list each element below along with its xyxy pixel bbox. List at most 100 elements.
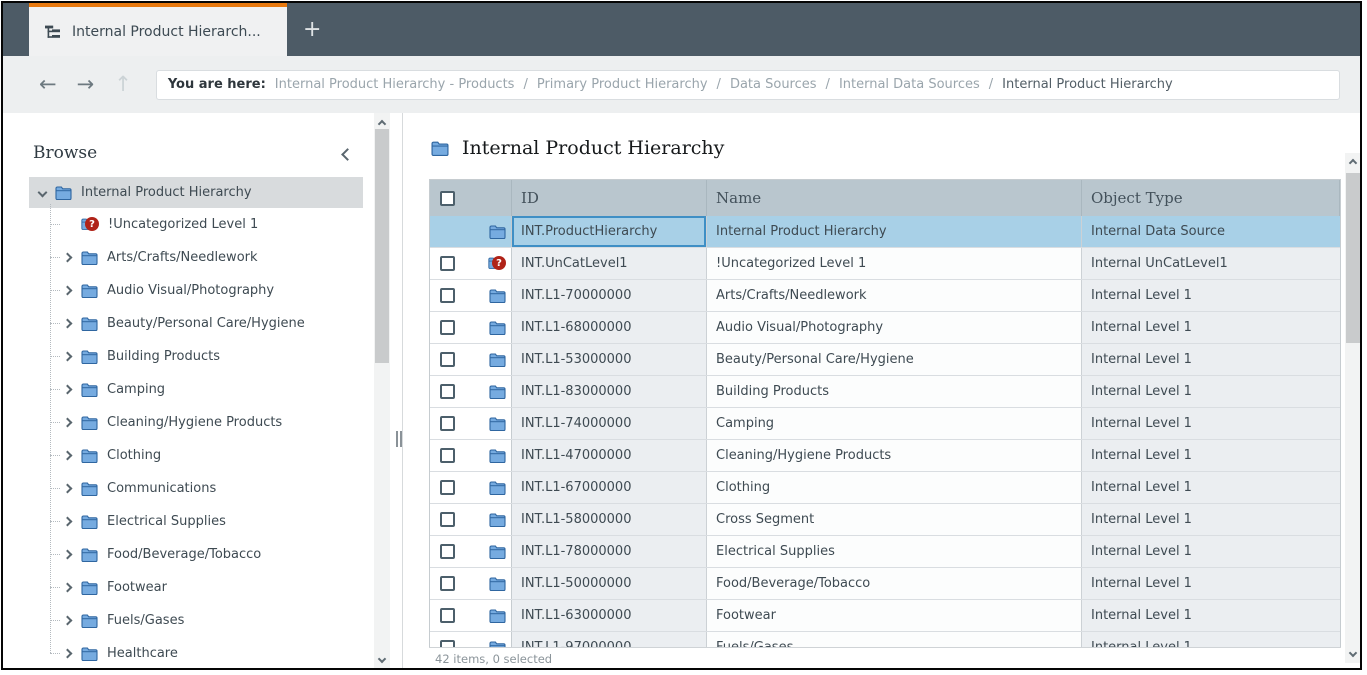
tab-internal-product-hierarchy[interactable]: Internal Product Hierarch... <box>29 3 287 56</box>
row-select-cell <box>430 312 512 343</box>
tree-item[interactable]: Arts/Crafts/Needlework <box>50 241 374 274</box>
breadcrumb-segment[interactable]: Internal Product Hierarchy - Products <box>275 77 515 92</box>
chevron-right-icon[interactable] <box>63 385 73 395</box>
breadcrumb-segment[interactable]: Internal Data Sources <box>839 77 980 92</box>
cell-object-type: Internal Level 1 <box>1082 632 1340 648</box>
tree-item[interactable]: Footwear <box>50 571 374 604</box>
table-row[interactable]: INT.L1-53000000 Beauty/Personal Care/Hyg… <box>430 344 1340 376</box>
chevron-right-icon[interactable] <box>63 418 73 428</box>
scroll-down-button[interactable] <box>374 652 390 666</box>
back-button[interactable]: ← <box>39 74 57 95</box>
select-all-checkbox[interactable] <box>440 191 455 206</box>
chevron-right-icon[interactable] <box>63 451 73 461</box>
table-row[interactable]: INT.L1-83000000 Building Products Intern… <box>430 376 1340 408</box>
column-header-object-type[interactable]: Object Type <box>1082 180 1340 216</box>
sidebar-collapse-button[interactable] <box>343 144 352 163</box>
chevron-right-icon[interactable] <box>63 352 73 362</box>
navigation-toolbar: ← → ↑ You are here: Internal Product Hie… <box>3 56 1360 113</box>
breadcrumb-segment[interactable]: Data Sources <box>730 77 817 92</box>
table-row[interactable]: INT.ProductHierarchy Internal Product Hi… <box>430 216 1340 248</box>
cell-name: Beauty/Personal Care/Hygiene <box>707 344 1082 375</box>
folder-icon <box>81 647 98 661</box>
tree-item[interactable]: Clothing <box>50 439 374 472</box>
chevron-right-icon[interactable] <box>63 649 73 659</box>
tree-item[interactable]: Healthcare <box>50 637 374 670</box>
row-checkbox[interactable] <box>440 576 455 591</box>
tree-root-item[interactable]: Internal Product Hierarchy <box>29 177 363 208</box>
row-select-cell <box>430 568 512 599</box>
row-select-cell <box>430 472 512 503</box>
column-header-name[interactable]: Name <box>707 180 1082 216</box>
row-checkbox[interactable] <box>440 256 455 271</box>
tree-item[interactable]: Electrical Supplies <box>50 505 374 538</box>
tree-guide-dots <box>50 620 60 621</box>
chevron-right-icon[interactable] <box>63 286 73 296</box>
chevron-down-icon[interactable] <box>38 188 48 198</box>
folder-icon <box>489 481 506 495</box>
table-row[interactable]: INT.L1-97000000 Fuels/Gases Internal Lev… <box>430 632 1340 648</box>
row-checkbox[interactable] <box>440 608 455 623</box>
chevron-right-icon[interactable] <box>63 484 73 494</box>
row-checkbox[interactable] <box>440 544 455 559</box>
sidebar-title: Browse <box>33 143 97 163</box>
tree-item[interactable]: ? !Uncategorized Level 1 <box>50 208 374 241</box>
breadcrumb-segment[interactable]: Primary Product Hierarchy <box>537 77 708 92</box>
folder-icon <box>489 545 506 559</box>
tree-item[interactable]: Cleaning/Hygiene Products <box>50 406 374 439</box>
forward-button[interactable]: → <box>77 74 95 95</box>
table-row[interactable]: INT.L1-78000000 Electrical Supplies Inte… <box>430 536 1340 568</box>
tree-item-label: Healthcare <box>107 646 178 661</box>
table-row[interactable]: INT.L1-67000000 Clothing Internal Level … <box>430 472 1340 504</box>
row-checkbox[interactable] <box>440 320 455 335</box>
tree-item[interactable]: Fuels/Gases <box>50 604 374 637</box>
row-checkbox[interactable] <box>440 352 455 367</box>
table-row[interactable]: INT.L1-58000000 Cross Segment Internal L… <box>430 504 1340 536</box>
folder-icon <box>81 548 98 562</box>
table-row[interactable]: INT.L1-68000000 Audio Visual/Photography… <box>430 312 1340 344</box>
chevron-right-icon[interactable] <box>63 616 73 626</box>
table-row[interactable]: INT.L1-47000000 Cleaning/Hygiene Product… <box>430 440 1340 472</box>
cell-name: Fuels/Gases <box>707 632 1082 648</box>
chevron-right-icon[interactable] <box>63 319 73 329</box>
cell-object-type: Internal Level 1 <box>1082 376 1340 407</box>
tree-item-label: Audio Visual/Photography <box>107 283 274 298</box>
tree-item[interactable]: Communications <box>50 472 374 505</box>
tree-item-label: !Uncategorized Level 1 <box>108 217 258 232</box>
chevron-right-icon[interactable] <box>63 583 73 593</box>
tree-item[interactable]: Food/Beverage/Tobacco <box>50 538 374 571</box>
row-checkbox[interactable] <box>440 384 455 399</box>
scrollbar-thumb[interactable] <box>1346 173 1360 343</box>
tree-item[interactable]: Building Products <box>50 340 374 373</box>
scroll-down-button[interactable] <box>1345 646 1361 660</box>
breadcrumb-segment[interactable]: Internal Product Hierarchy <box>1002 77 1173 92</box>
folder-icon <box>81 383 98 397</box>
row-checkbox[interactable] <box>440 288 455 303</box>
chevron-right-icon[interactable] <box>63 253 73 263</box>
table-scrollbar[interactable] <box>1345 153 1361 663</box>
row-checkbox[interactable] <box>440 416 455 431</box>
tree-item[interactable]: Beauty/Personal Care/Hygiene <box>50 307 374 340</box>
scroll-up-button[interactable] <box>1345 156 1361 170</box>
chevron-right-icon[interactable] <box>63 517 73 527</box>
row-checkbox[interactable] <box>440 448 455 463</box>
table-row[interactable]: INT.L1-50000000 Food/Beverage/Tobacco In… <box>430 568 1340 600</box>
table-row[interactable]: INT.L1-63000000 Footwear Internal Level … <box>430 600 1340 632</box>
table-row[interactable]: INT.L1-74000000 Camping Internal Level 1 <box>430 408 1340 440</box>
breadcrumb-separator: / <box>826 77 830 92</box>
column-header-id[interactable]: ID <box>512 180 707 216</box>
tree-item[interactable]: Camping <box>50 373 374 406</box>
folder-icon <box>489 417 506 431</box>
row-checkbox[interactable] <box>440 480 455 495</box>
tree-item[interactable]: Audio Visual/Photography <box>50 274 374 307</box>
table-row[interactable]: ? INT.UnCatLevel1 !Uncategorized Level 1… <box>430 248 1340 280</box>
tab-title: Internal Product Hierarch... <box>72 24 261 40</box>
scrollbar-thumb[interactable] <box>375 129 389 363</box>
cell-object-type: Internal Level 1 <box>1082 344 1340 375</box>
row-checkbox[interactable] <box>440 512 455 527</box>
new-tab-button[interactable]: + <box>287 3 337 56</box>
sidebar-scrollbar[interactable] <box>374 113 390 670</box>
chevron-right-icon[interactable] <box>63 550 73 560</box>
up-button[interactable]: ↑ <box>114 74 132 95</box>
table-row[interactable]: INT.L1-70000000 Arts/Crafts/Needlework I… <box>430 280 1340 312</box>
panel-splitter[interactable] <box>396 431 402 447</box>
